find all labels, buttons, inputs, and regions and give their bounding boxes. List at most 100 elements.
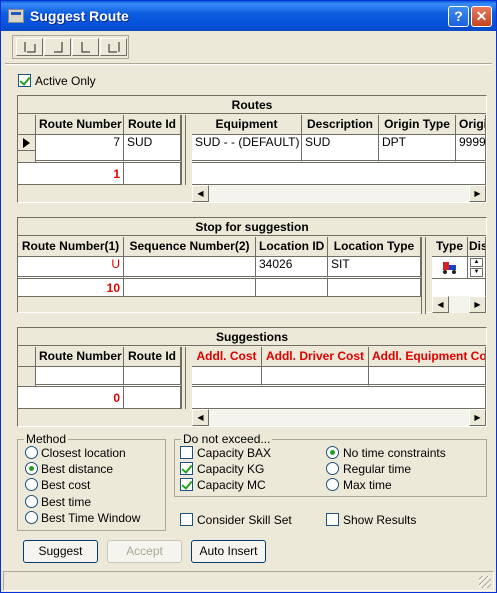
radio-regular-time[interactable] (326, 462, 339, 475)
suggestions-row-header-corner (18, 347, 36, 367)
accept-button[interactable]: Accept (107, 540, 182, 563)
radio-best-distance[interactable] (25, 462, 38, 475)
column-header-addl-equipment-cost[interactable]: Addl. Equipment Cost (369, 347, 486, 367)
suggestions-row-selector[interactable] (18, 367, 36, 387)
column-header-sequence-number-2[interactable]: Sequence Number(2) (124, 237, 256, 257)
suggest-route-window: Suggest Route ? ✕ Active Only Routes Rou… (0, 0, 497, 593)
suggestions-horizontal-scrollbar[interactable]: ◀ ▶ (192, 409, 486, 426)
last-record-button[interactable] (100, 38, 127, 56)
first-record-icon (24, 42, 36, 53)
capacity-mc-label: Capacity MC (197, 478, 266, 492)
origin-cell[interactable]: 99999 (456, 135, 486, 163)
scroll-right-icon[interactable]: ▶ (469, 185, 486, 202)
column-header-type[interactable]: Type (432, 237, 468, 257)
capacity-mc-checkbox[interactable] (180, 478, 193, 491)
stop-column-splitter[interactable] (421, 237, 426, 314)
route-id-cell[interactable]: SUD (124, 135, 181, 163)
row-selector-new[interactable] (18, 151, 36, 163)
column-header-suggestion-route-number[interactable]: Route Number (36, 347, 124, 367)
next-record-button[interactable] (72, 38, 99, 56)
radio-best-time[interactable] (25, 495, 38, 508)
suggestion-addl-cost-cell[interactable] (192, 367, 262, 387)
frozen-column-splitter[interactable] (181, 115, 186, 185)
radio-no-time-constraints-label: No time constraints (343, 446, 446, 460)
column-header-route-number[interactable]: Route Number (36, 115, 124, 135)
stop-caption: Stop for suggestion (18, 218, 486, 236)
routes-footer-scroll-area (192, 163, 486, 185)
do-not-exceed-title: Do not exceed... (181, 432, 273, 446)
suggestions-grid: Suggestions Route Number Route Id Addl. … (17, 327, 487, 427)
auto-insert-button[interactable]: Auto Insert (191, 540, 266, 563)
radio-best-time-window-label: Best Time Window (41, 511, 141, 525)
row-selector[interactable] (18, 135, 36, 151)
help-button[interactable]: ? (448, 6, 469, 27)
stop-scroll-left-icon[interactable]: ◀ (432, 296, 449, 313)
stop-scroll-right-icon[interactable]: ▶ (469, 296, 486, 313)
stop-record-count: 10 (18, 279, 124, 297)
first-record-button[interactable] (16, 38, 43, 56)
radio-max-time-label: Max time (343, 478, 392, 492)
routes-caption: Routes (18, 96, 486, 114)
suggestion-route-id-cell[interactable] (124, 367, 181, 387)
column-header-origin[interactable]: Origi (456, 115, 486, 135)
column-header-addl-cost[interactable]: Addl. Cost (192, 347, 262, 367)
suggestions-scroll-left-icon[interactable]: ◀ (192, 409, 209, 426)
column-header-location-type[interactable]: Location Type (328, 237, 421, 257)
next-record-icon (81, 42, 90, 53)
stop-dis-spinner[interactable]: ▲ ▼ (468, 257, 486, 279)
suggestions-record-count: 0 (18, 387, 124, 409)
suggestion-route-number-cell[interactable] (36, 367, 124, 387)
capacity-kg-checkbox[interactable] (180, 462, 193, 475)
current-row-arrow-icon (23, 138, 30, 148)
column-header-dis[interactable]: Dis (468, 237, 486, 257)
description-cell[interactable]: SUD (302, 135, 379, 163)
equipment-cell[interactable]: SUD - - (DEFAULT) (192, 135, 302, 163)
stop-for-suggestion-grid: Stop for suggestion Route Number(1) Sequ… (17, 217, 487, 314)
column-header-addl-driver-cost[interactable]: Addl. Driver Cost (262, 347, 369, 367)
radio-closest-location[interactable] (25, 446, 38, 459)
stop-type-cell[interactable] (432, 257, 468, 279)
column-header-location-id[interactable]: Location ID (256, 237, 328, 257)
suggestions-column-splitter[interactable] (181, 347, 186, 409)
suggestion-addl-driver-cost-cell[interactable] (262, 367, 369, 387)
column-header-equipment[interactable]: Equipment (192, 115, 302, 135)
close-button[interactable]: ✕ (471, 6, 492, 27)
column-header-origin-type[interactable]: Origin Type (379, 115, 456, 135)
routes-footer-cell (124, 163, 181, 185)
stop-location-type-cell[interactable]: SIT (328, 257, 421, 279)
suggestion-addl-equipment-cost-cell[interactable] (369, 367, 486, 387)
suggestions-footer-scroll-area (192, 387, 486, 409)
row-header-corner (18, 115, 36, 135)
consider-skill-set-checkbox[interactable] (180, 513, 193, 526)
radio-closest-location-label: Closest location (41, 446, 126, 460)
suggestions-scroll-right-icon[interactable]: ▶ (469, 409, 486, 426)
column-header-suggestion-route-id[interactable]: Route Id (124, 347, 181, 367)
active-only-checkbox[interactable] (18, 74, 31, 87)
stop-horizontal-scrollbar[interactable]: ◀ ▶ (432, 296, 486, 313)
show-results-checkbox[interactable] (326, 513, 339, 526)
column-header-route-id[interactable]: Route Id (124, 115, 181, 135)
app-window-icon (8, 9, 24, 23)
radio-no-time-constraints[interactable] (326, 446, 339, 459)
stop-route-number-cell[interactable]: U (18, 257, 124, 279)
origin-type-cell[interactable]: DPT (379, 135, 456, 163)
stop-sequence-number-cell[interactable] (124, 257, 256, 279)
column-header-route-number-1[interactable]: Route Number(1) (18, 237, 124, 257)
title-bar[interactable]: Suggest Route ? ✕ (1, 1, 496, 31)
suggest-button[interactable]: Suggest (23, 540, 98, 563)
radio-best-cost[interactable] (25, 478, 38, 491)
route-number-cell[interactable]: 7 (36, 135, 124, 163)
resize-grip-icon[interactable] (479, 576, 491, 588)
scroll-left-icon[interactable]: ◀ (192, 185, 209, 202)
previous-record-icon (54, 42, 63, 53)
radio-best-time-window[interactable] (25, 511, 38, 524)
stop-location-id-cell[interactable]: 34026 (256, 257, 328, 279)
previous-record-button[interactable] (44, 38, 71, 56)
column-header-description[interactable]: Description (302, 115, 379, 135)
routes-horizontal-scrollbar[interactable]: ◀ ▶ (192, 185, 486, 202)
stop-footer-cell-3 (328, 279, 421, 297)
capacity-bax-checkbox[interactable] (180, 446, 193, 459)
radio-max-time[interactable] (326, 478, 339, 491)
record-navigation-toolbar (12, 35, 129, 59)
radio-regular-time-label: Regular time (343, 462, 412, 476)
